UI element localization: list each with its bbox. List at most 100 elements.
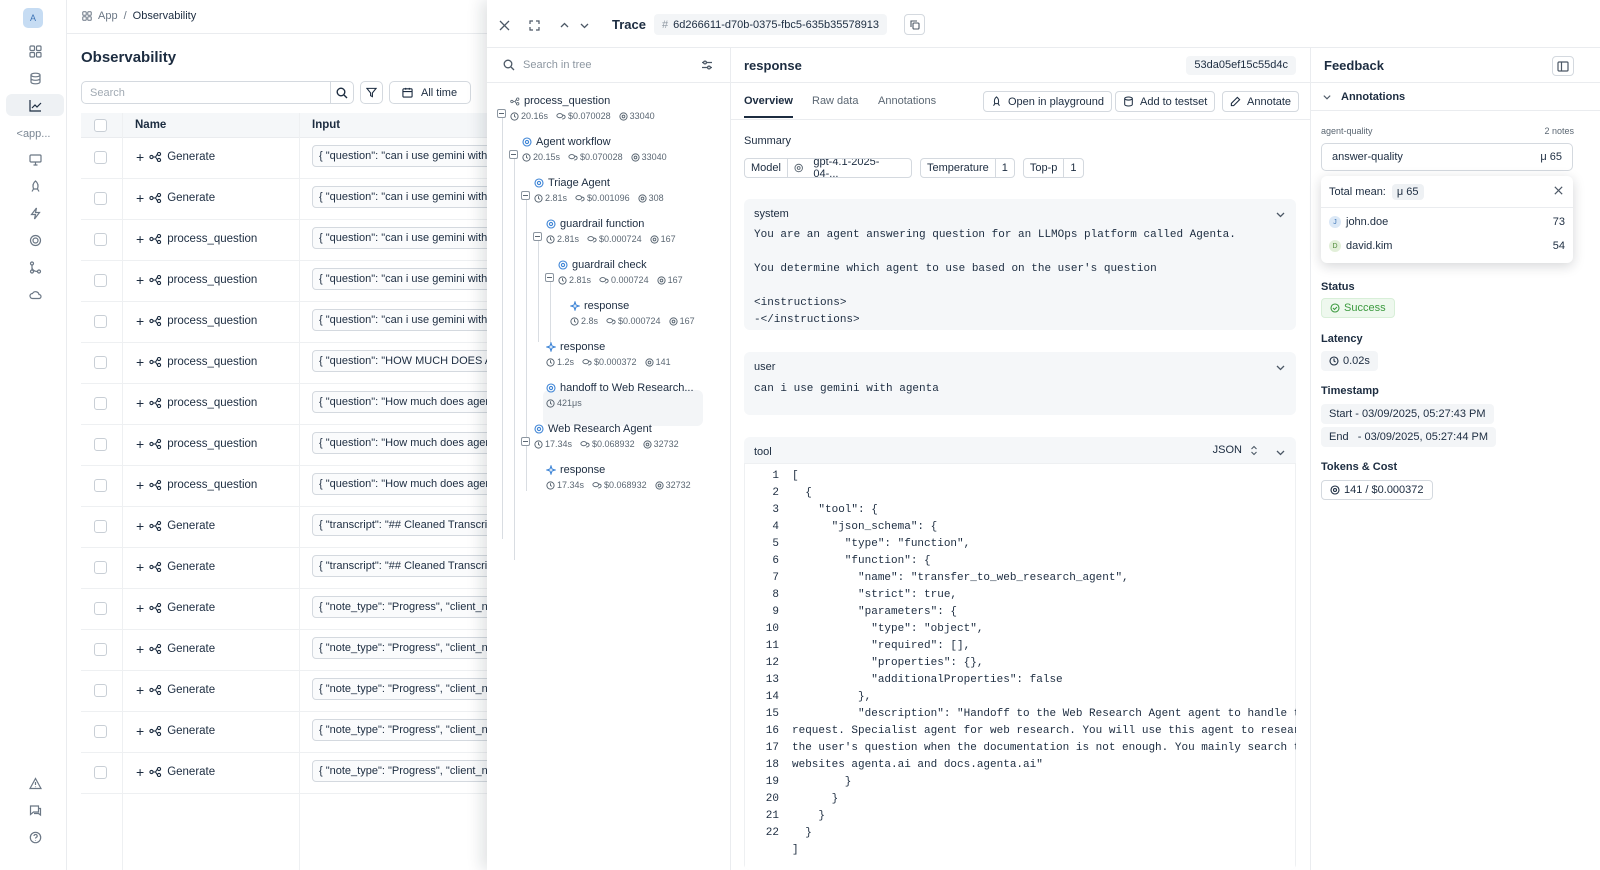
plus-icon[interactable]: +	[136, 724, 144, 738]
lightning-icon[interactable]	[6, 202, 64, 224]
row-checkbox[interactable]	[94, 315, 107, 328]
plus-icon[interactable]: +	[136, 683, 144, 697]
collapse-toggle[interactable]	[533, 232, 542, 241]
row-checkbox[interactable]	[94, 725, 107, 738]
select-all-checkbox[interactable]	[94, 119, 107, 132]
table-row[interactable]: + Generate { "question": "can i use gemini…	[81, 179, 492, 220]
close-icon[interactable]	[1554, 186, 1563, 195]
tab-raw-data[interactable]: Raw data	[812, 95, 858, 107]
input-cell[interactable]: { "note_type": "Progress", "client_name"…	[312, 678, 492, 700]
plus-icon[interactable]: +	[136, 232, 144, 246]
cloud-icon[interactable]	[6, 283, 64, 305]
database-icon[interactable]	[6, 67, 64, 89]
collapse-toggle[interactable]	[521, 437, 530, 446]
expand-icon[interactable]	[523, 14, 545, 36]
row-checkbox[interactable]	[94, 192, 107, 205]
tree-node[interactable]: guardrail function 2.81s $0.000724 167	[546, 218, 676, 244]
tree-node[interactable]: guardrail check 2.81s 0.000724 167	[558, 259, 683, 285]
plus-icon[interactable]: +	[136, 519, 144, 533]
search-input[interactable]: Search	[81, 81, 331, 104]
code-editor[interactable]: 1 2 3 4 5 6 7 8 9 10 11 12 13 14 15 16 1…	[744, 463, 1296, 870]
row-checkbox[interactable]	[94, 274, 107, 287]
sidebar-toggle-icon[interactable]	[1552, 56, 1574, 76]
close-icon[interactable]	[493, 14, 515, 36]
plus-icon[interactable]: +	[136, 642, 144, 656]
table-row[interactable]: + Generate { "note_type": "Progress", "cli…	[81, 753, 492, 794]
input-cell[interactable]: { "transcript": "## Cleaned Transcript" …	[312, 555, 492, 577]
row-checkbox[interactable]	[94, 643, 107, 656]
input-cell[interactable]: { "question": "How much does agenta cost…	[312, 391, 492, 413]
span-id[interactable]: 53da05ef15c55d4c	[1186, 56, 1296, 75]
apps-icon[interactable]	[6, 40, 64, 62]
plus-icon[interactable]: +	[136, 478, 144, 492]
row-checkbox[interactable]	[94, 520, 107, 533]
settings-sliders-icon[interactable]	[701, 59, 713, 71]
table-row[interactable]: + Generate { "transcript": "## Cleaned Tra…	[81, 507, 492, 548]
plus-icon[interactable]: +	[136, 150, 144, 164]
chevron-down-icon[interactable]	[1275, 209, 1286, 220]
plus-icon[interactable]: +	[136, 314, 144, 328]
collapse-toggle[interactable]	[545, 273, 554, 282]
monitor-icon[interactable]	[6, 148, 64, 170]
branch-icon[interactable]	[6, 256, 64, 278]
chevron-down-icon[interactable]	[1275, 362, 1286, 373]
tree-node[interactable]: response 2.8s $0.000724 167	[570, 300, 695, 326]
input-cell[interactable]: { "question": "can i use gemini with age…	[312, 268, 492, 290]
table-row[interactable]: + process_question { "question": "How much…	[81, 425, 492, 466]
open-in-playground-button[interactable]: Open in playground	[983, 91, 1113, 112]
observability-icon[interactable]	[6, 94, 64, 116]
tab-annotations[interactable]: Annotations	[878, 95, 936, 107]
tree-search-input[interactable]: Search in tree	[487, 48, 731, 83]
row-checkbox[interactable]	[94, 151, 107, 164]
row-checkbox[interactable]	[94, 397, 107, 410]
column-header-input[interactable]: Input	[312, 119, 340, 131]
format-select[interactable]: JSON	[1213, 444, 1258, 456]
table-row[interactable]: + Generate { "transcript": "## Cleaned Tra…	[81, 548, 492, 589]
plus-icon[interactable]: +	[136, 560, 144, 574]
tree-node[interactable]: process_question 20.16s $0.070028 33040	[510, 95, 655, 121]
collapse-toggle[interactable]	[521, 191, 530, 200]
tab-overview[interactable]: Overview	[744, 95, 793, 118]
input-cell[interactable]: { "note_type": "Progress", "client_name"…	[312, 596, 492, 618]
input-cell[interactable]: { "question": "How much does agenta cost…	[312, 432, 492, 454]
column-header-name[interactable]: Name	[135, 119, 166, 131]
tree-node[interactable]: response 1.2s $0.000372 141	[546, 341, 671, 367]
plus-icon[interactable]: +	[136, 437, 144, 451]
input-cell[interactable]: { "question": "can i use gemini with age…	[312, 309, 492, 331]
annotations-section-header[interactable]: Annotations	[1311, 83, 1600, 111]
collapse-toggle[interactable]	[509, 150, 518, 159]
row-checkbox[interactable]	[94, 479, 107, 492]
target-icon[interactable]	[6, 229, 64, 251]
table-row[interactable]: + process_question { "question": "How much…	[81, 466, 492, 507]
tree-node[interactable]: response 17.34s $0.068932 32732	[546, 464, 691, 490]
chevron-up-icon[interactable]	[553, 14, 575, 36]
table-row[interactable]: + process_question { "question": "can i us…	[81, 302, 492, 343]
metric-row[interactable]: answer-quality μ 65	[1321, 143, 1573, 171]
rocket-icon[interactable]	[6, 175, 64, 197]
plus-icon[interactable]: +	[136, 396, 144, 410]
input-cell[interactable]: { "question": "can i use gemini with age…	[312, 145, 492, 167]
tree-node[interactable]: Triage Agent 2.81s $0.001096 308	[534, 177, 664, 203]
input-cell[interactable]: { "question": "HOW MUCH DOES AGENTA COST…	[312, 350, 492, 372]
breadcrumb-root[interactable]: App	[98, 10, 118, 22]
tree-node[interactable]: handoff to Web Research... 421μs	[546, 382, 694, 408]
row-checkbox[interactable]	[94, 233, 107, 246]
table-row[interactable]: + process_question { "question": "HOW MUCH…	[81, 343, 492, 384]
input-cell[interactable]: { "question": "can i use gemini with age…	[312, 227, 492, 249]
row-checkbox[interactable]	[94, 561, 107, 574]
row-checkbox[interactable]	[94, 356, 107, 369]
chevron-down-icon[interactable]	[573, 14, 595, 36]
plus-icon[interactable]: +	[136, 355, 144, 369]
row-checkbox[interactable]	[94, 766, 107, 779]
table-row[interactable]: + process_question { "question": "can i us…	[81, 220, 492, 261]
row-checkbox[interactable]	[94, 438, 107, 451]
row-checkbox[interactable]	[94, 602, 107, 615]
row-checkbox[interactable]	[94, 684, 107, 697]
input-cell[interactable]: { "transcript": "## Cleaned Transcript" …	[312, 514, 492, 536]
time-filter-button[interactable]: All time	[389, 81, 471, 104]
search-button[interactable]	[330, 81, 354, 104]
plus-icon[interactable]: +	[136, 601, 144, 615]
tree-node[interactable]: Web Research Agent 17.34s $0.068932 32732	[534, 423, 679, 449]
plus-icon[interactable]: +	[136, 765, 144, 779]
table-row[interactable]: + Generate { "note_type": "Progress", "cli…	[81, 671, 492, 712]
